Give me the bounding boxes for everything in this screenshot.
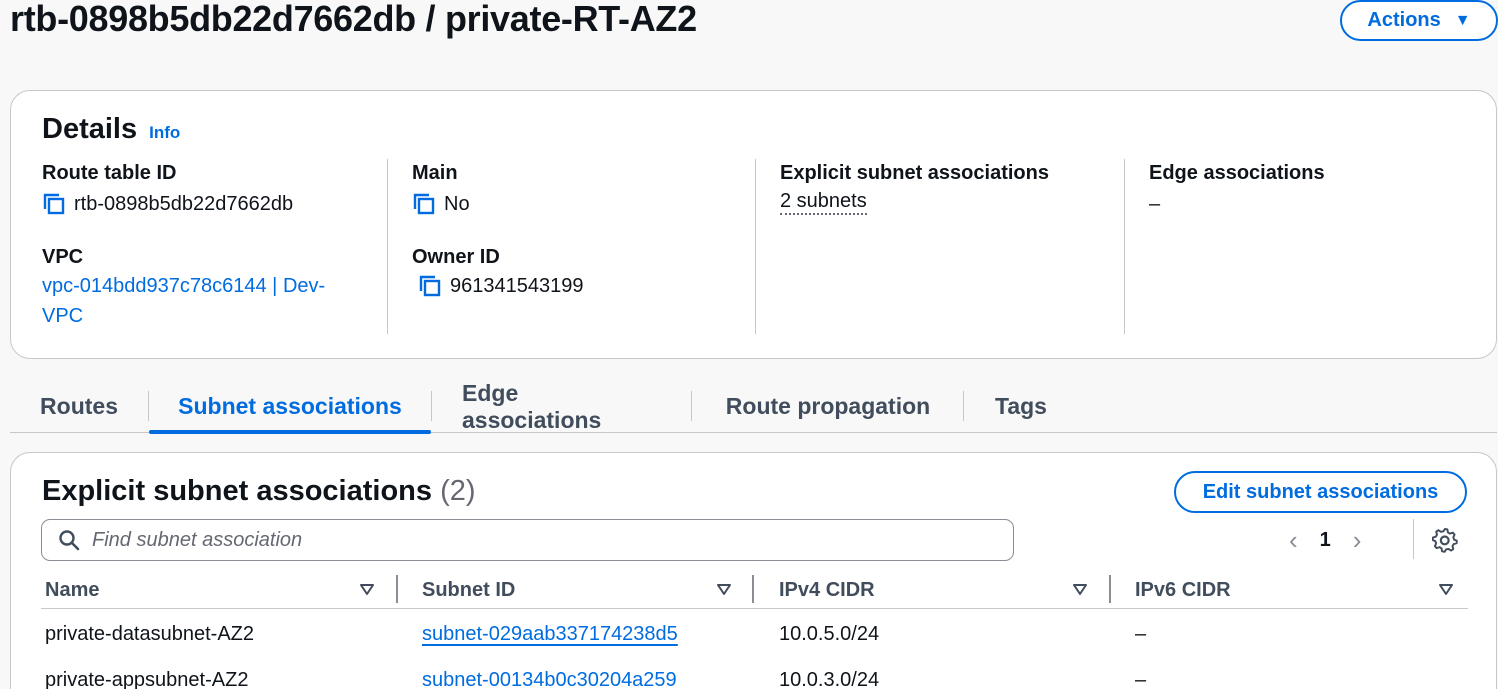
sort-down-icon[interactable] [359, 579, 375, 599]
route-table-id-label: Route table ID [42, 162, 177, 184]
search-icon [59, 530, 80, 551]
row-ipv6-cidr: – [1135, 622, 1147, 645]
pagination: ‹ 1 › [1289, 523, 1361, 557]
subnet-associations-title-text: Explicit subnet associations [42, 475, 432, 507]
column-header-ipv4-cidr[interactable]: IPv4 CIDR [779, 571, 875, 609]
actions-button-label: Actions [1367, 9, 1441, 31]
column-resizer[interactable] [752, 575, 754, 603]
tab-divider [691, 391, 692, 421]
row-name: private-datasubnet-AZ2 [45, 622, 255, 645]
pager-divider [1413, 519, 1414, 559]
table-row: private-appsubnet-AZ2 subnet-00134b0c302… [41, 657, 1468, 689]
row-name: private-appsubnet-AZ2 [45, 668, 249, 689]
tab-bar: Routes Subnet associations Edge associat… [10, 380, 1497, 434]
info-link[interactable]: Info [149, 123, 180, 143]
route-table-id-value: rtb-0898b5db22d7662db [74, 193, 294, 215]
sort-down-icon[interactable] [1072, 579, 1088, 599]
details-column-3: Explicit subnet associations 2 subnets [755, 159, 1124, 334]
details-column-4: Edge associations – [1124, 159, 1484, 334]
explicit-subnet-associations-value[interactable]: 2 subnets [780, 189, 867, 215]
row-ipv4-cidr: 10.0.5.0/24 [779, 622, 880, 645]
actions-button[interactable]: Actions ▼ [1340, 0, 1498, 41]
subnet-associations-count: (2) [440, 475, 476, 507]
chevron-left-icon[interactable]: ‹ [1289, 527, 1298, 553]
main-value-row: No [412, 189, 755, 219]
copy-icon[interactable] [42, 192, 66, 216]
subnet-id-link[interactable]: subnet-029aab337174238d5 [422, 623, 678, 646]
vpc-link-line2: VPC [42, 305, 84, 327]
details-title: Details [42, 113, 138, 145]
details-column-2: Main No Owner ID 961341543199 [387, 159, 755, 334]
details-column-1: Route table ID rtb-0898b5db22d7662db VPC… [42, 159, 382, 334]
tab-tags[interactable]: Tags [994, 380, 1048, 433]
vpc-link[interactable]: vpc-014bdd937c78c6144 | Dev- VPC [42, 271, 382, 331]
explicit-subnet-associations-label: Explicit subnet associations [780, 162, 1049, 184]
explicit-subnet-associations-value-row: 2 subnets [780, 189, 1124, 215]
column-header-subnet-id[interactable]: Subnet ID [422, 571, 515, 609]
subnet-id-link[interactable]: subnet-00134b0c30204a259 [422, 669, 677, 689]
tab-edge-associations[interactable]: Edge associations [462, 380, 662, 433]
table-row: private-datasubnet-AZ2 subnet-029aab3371… [41, 611, 1468, 657]
column-header-name[interactable]: Name [45, 571, 99, 609]
main-value: No [444, 193, 470, 215]
tab-route-propagation[interactable]: Route propagation [721, 380, 935, 433]
row-ipv4-cidr: 10.0.3.0/24 [779, 668, 880, 689]
owner-id-value: 961341543199 [450, 275, 584, 297]
column-resizer[interactable] [1109, 575, 1111, 603]
details-header: Details Info [42, 113, 180, 146]
copy-icon[interactable] [412, 192, 436, 216]
owner-id-value-row: 961341543199 [412, 271, 755, 301]
table-header: Name Subnet ID IPv4 CIDR IPv6 CIDR [41, 571, 1468, 609]
subnet-associations-panel: Explicit subnet associations (2) Edit su… [10, 452, 1497, 689]
copy-icon[interactable] [418, 274, 442, 298]
subnet-associations-title: Explicit subnet associations (2) [42, 475, 476, 508]
tab-routes[interactable]: Routes [40, 380, 118, 433]
gear-icon[interactable] [1432, 527, 1458, 553]
tab-divider [963, 391, 964, 421]
edge-associations-label: Edge associations [1149, 162, 1325, 184]
search-input[interactable] [92, 528, 1013, 552]
vpc-link-line1: vpc-014bdd937c78c6144 | Dev- [42, 275, 326, 297]
search-field[interactable] [41, 519, 1014, 561]
tab-divider [431, 391, 432, 421]
page-number[interactable]: 1 [1320, 529, 1331, 552]
vpc-label: VPC [42, 246, 84, 268]
owner-id-label: Owner ID [412, 246, 500, 268]
details-panel: Details Info Route table ID rtb-0898b5db… [10, 90, 1497, 359]
edge-associations-value: – [1149, 193, 1161, 215]
column-header-ipv6-cidr[interactable]: IPv6 CIDR [1135, 571, 1231, 609]
column-resizer[interactable] [396, 575, 398, 603]
chevron-right-icon[interactable]: › [1353, 527, 1362, 553]
tab-subnet-associations[interactable]: Subnet associations [149, 380, 431, 434]
sort-down-icon[interactable] [716, 579, 732, 599]
route-table-id-value-row: rtb-0898b5db22d7662db [42, 189, 382, 219]
page-title: rtb-0898b5db22d7662db / private-RT-AZ2 [10, 0, 697, 39]
sort-down-icon[interactable] [1438, 579, 1454, 599]
edit-subnet-associations-button[interactable]: Edit subnet associations [1174, 471, 1467, 513]
row-ipv6-cidr: – [1135, 668, 1147, 689]
caret-down-icon: ▼ [1454, 11, 1471, 29]
main-label: Main [412, 162, 458, 184]
